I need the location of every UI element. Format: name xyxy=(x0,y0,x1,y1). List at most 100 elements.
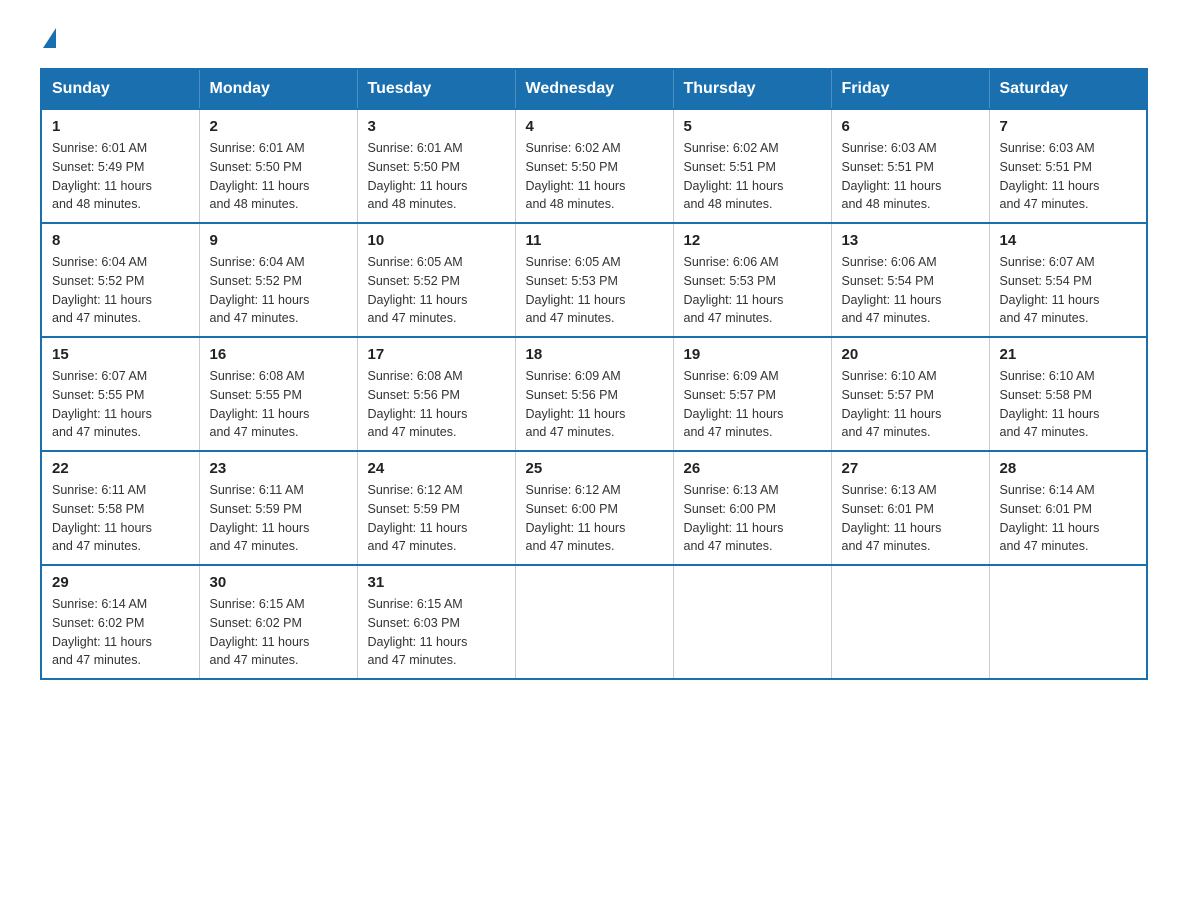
calendar-day-cell: 1 Sunrise: 6:01 AM Sunset: 5:49 PM Dayli… xyxy=(41,109,199,223)
calendar-day-cell: 12 Sunrise: 6:06 AM Sunset: 5:53 PM Dayl… xyxy=(673,223,831,337)
day-info: Sunrise: 6:12 AM Sunset: 5:59 PM Dayligh… xyxy=(368,481,505,556)
day-number: 17 xyxy=(368,346,505,363)
col-header-thursday: Thursday xyxy=(673,69,831,109)
col-header-saturday: Saturday xyxy=(989,69,1147,109)
calendar-day-cell: 15 Sunrise: 6:07 AM Sunset: 5:55 PM Dayl… xyxy=(41,337,199,451)
calendar-table: SundayMondayTuesdayWednesdayThursdayFrid… xyxy=(40,68,1148,680)
calendar-day-cell: 21 Sunrise: 6:10 AM Sunset: 5:58 PM Dayl… xyxy=(989,337,1147,451)
day-info: Sunrise: 6:01 AM Sunset: 5:50 PM Dayligh… xyxy=(368,139,505,214)
day-number: 26 xyxy=(684,460,821,477)
calendar-day-cell: 22 Sunrise: 6:11 AM Sunset: 5:58 PM Dayl… xyxy=(41,451,199,565)
day-info: Sunrise: 6:08 AM Sunset: 5:55 PM Dayligh… xyxy=(210,367,347,442)
calendar-day-cell: 14 Sunrise: 6:07 AM Sunset: 5:54 PM Dayl… xyxy=(989,223,1147,337)
day-info: Sunrise: 6:13 AM Sunset: 6:01 PM Dayligh… xyxy=(842,481,979,556)
day-info: Sunrise: 6:13 AM Sunset: 6:00 PM Dayligh… xyxy=(684,481,821,556)
day-number: 21 xyxy=(1000,346,1137,363)
logo xyxy=(40,30,56,48)
day-number: 14 xyxy=(1000,232,1137,249)
day-info: Sunrise: 6:06 AM Sunset: 5:54 PM Dayligh… xyxy=(842,253,979,328)
day-number: 6 xyxy=(842,118,979,135)
day-number: 19 xyxy=(684,346,821,363)
day-number: 28 xyxy=(1000,460,1137,477)
day-number: 11 xyxy=(526,232,663,249)
calendar-day-cell: 2 Sunrise: 6:01 AM Sunset: 5:50 PM Dayli… xyxy=(199,109,357,223)
calendar-day-cell: 16 Sunrise: 6:08 AM Sunset: 5:55 PM Dayl… xyxy=(199,337,357,451)
day-info: Sunrise: 6:05 AM Sunset: 5:52 PM Dayligh… xyxy=(368,253,505,328)
col-header-friday: Friday xyxy=(831,69,989,109)
day-number: 2 xyxy=(210,118,347,135)
calendar-day-cell: 20 Sunrise: 6:10 AM Sunset: 5:57 PM Dayl… xyxy=(831,337,989,451)
day-number: 30 xyxy=(210,574,347,591)
day-info: Sunrise: 6:07 AM Sunset: 5:54 PM Dayligh… xyxy=(1000,253,1137,328)
day-info: Sunrise: 6:02 AM Sunset: 5:51 PM Dayligh… xyxy=(684,139,821,214)
day-info: Sunrise: 6:14 AM Sunset: 6:02 PM Dayligh… xyxy=(52,595,189,670)
day-info: Sunrise: 6:10 AM Sunset: 5:57 PM Dayligh… xyxy=(842,367,979,442)
day-info: Sunrise: 6:10 AM Sunset: 5:58 PM Dayligh… xyxy=(1000,367,1137,442)
day-info: Sunrise: 6:06 AM Sunset: 5:53 PM Dayligh… xyxy=(684,253,821,328)
day-info: Sunrise: 6:14 AM Sunset: 6:01 PM Dayligh… xyxy=(1000,481,1137,556)
col-header-wednesday: Wednesday xyxy=(515,69,673,109)
calendar-day-cell: 19 Sunrise: 6:09 AM Sunset: 5:57 PM Dayl… xyxy=(673,337,831,451)
day-number: 18 xyxy=(526,346,663,363)
calendar-day-cell: 26 Sunrise: 6:13 AM Sunset: 6:00 PM Dayl… xyxy=(673,451,831,565)
calendar-day-cell: 18 Sunrise: 6:09 AM Sunset: 5:56 PM Dayl… xyxy=(515,337,673,451)
day-number: 23 xyxy=(210,460,347,477)
calendar-day-cell xyxy=(515,565,673,679)
col-header-tuesday: Tuesday xyxy=(357,69,515,109)
day-number: 16 xyxy=(210,346,347,363)
day-number: 29 xyxy=(52,574,189,591)
calendar-day-cell: 31 Sunrise: 6:15 AM Sunset: 6:03 PM Dayl… xyxy=(357,565,515,679)
calendar-week-row: 8 Sunrise: 6:04 AM Sunset: 5:52 PM Dayli… xyxy=(41,223,1147,337)
calendar-day-cell: 30 Sunrise: 6:15 AM Sunset: 6:02 PM Dayl… xyxy=(199,565,357,679)
calendar-day-cell: 23 Sunrise: 6:11 AM Sunset: 5:59 PM Dayl… xyxy=(199,451,357,565)
day-number: 31 xyxy=(368,574,505,591)
day-info: Sunrise: 6:03 AM Sunset: 5:51 PM Dayligh… xyxy=(842,139,979,214)
day-info: Sunrise: 6:01 AM Sunset: 5:50 PM Dayligh… xyxy=(210,139,347,214)
day-number: 3 xyxy=(368,118,505,135)
calendar-day-cell: 25 Sunrise: 6:12 AM Sunset: 6:00 PM Dayl… xyxy=(515,451,673,565)
calendar-day-cell: 24 Sunrise: 6:12 AM Sunset: 5:59 PM Dayl… xyxy=(357,451,515,565)
calendar-day-cell: 29 Sunrise: 6:14 AM Sunset: 6:02 PM Dayl… xyxy=(41,565,199,679)
calendar-header-row: SundayMondayTuesdayWednesdayThursdayFrid… xyxy=(41,69,1147,109)
day-number: 8 xyxy=(52,232,189,249)
day-info: Sunrise: 6:04 AM Sunset: 5:52 PM Dayligh… xyxy=(210,253,347,328)
calendar-day-cell: 13 Sunrise: 6:06 AM Sunset: 5:54 PM Dayl… xyxy=(831,223,989,337)
day-number: 15 xyxy=(52,346,189,363)
day-info: Sunrise: 6:11 AM Sunset: 5:59 PM Dayligh… xyxy=(210,481,347,556)
calendar-day-cell: 7 Sunrise: 6:03 AM Sunset: 5:51 PM Dayli… xyxy=(989,109,1147,223)
day-info: Sunrise: 6:08 AM Sunset: 5:56 PM Dayligh… xyxy=(368,367,505,442)
day-number: 24 xyxy=(368,460,505,477)
day-number: 4 xyxy=(526,118,663,135)
calendar-day-cell: 5 Sunrise: 6:02 AM Sunset: 5:51 PM Dayli… xyxy=(673,109,831,223)
day-number: 25 xyxy=(526,460,663,477)
calendar-day-cell: 28 Sunrise: 6:14 AM Sunset: 6:01 PM Dayl… xyxy=(989,451,1147,565)
day-info: Sunrise: 6:15 AM Sunset: 6:03 PM Dayligh… xyxy=(368,595,505,670)
calendar-day-cell: 6 Sunrise: 6:03 AM Sunset: 5:51 PM Dayli… xyxy=(831,109,989,223)
calendar-day-cell xyxy=(831,565,989,679)
day-info: Sunrise: 6:05 AM Sunset: 5:53 PM Dayligh… xyxy=(526,253,663,328)
day-info: Sunrise: 6:09 AM Sunset: 5:57 PM Dayligh… xyxy=(684,367,821,442)
day-number: 7 xyxy=(1000,118,1137,135)
calendar-week-row: 22 Sunrise: 6:11 AM Sunset: 5:58 PM Dayl… xyxy=(41,451,1147,565)
calendar-day-cell: 3 Sunrise: 6:01 AM Sunset: 5:50 PM Dayli… xyxy=(357,109,515,223)
day-number: 1 xyxy=(52,118,189,135)
day-info: Sunrise: 6:15 AM Sunset: 6:02 PM Dayligh… xyxy=(210,595,347,670)
calendar-day-cell: 4 Sunrise: 6:02 AM Sunset: 5:50 PM Dayli… xyxy=(515,109,673,223)
calendar-day-cell: 8 Sunrise: 6:04 AM Sunset: 5:52 PM Dayli… xyxy=(41,223,199,337)
calendar-day-cell xyxy=(673,565,831,679)
day-number: 10 xyxy=(368,232,505,249)
day-info: Sunrise: 6:09 AM Sunset: 5:56 PM Dayligh… xyxy=(526,367,663,442)
day-info: Sunrise: 6:07 AM Sunset: 5:55 PM Dayligh… xyxy=(52,367,189,442)
col-header-monday: Monday xyxy=(199,69,357,109)
day-info: Sunrise: 6:01 AM Sunset: 5:49 PM Dayligh… xyxy=(52,139,189,214)
day-info: Sunrise: 6:04 AM Sunset: 5:52 PM Dayligh… xyxy=(52,253,189,328)
day-number: 5 xyxy=(684,118,821,135)
calendar-week-row: 1 Sunrise: 6:01 AM Sunset: 5:49 PM Dayli… xyxy=(41,109,1147,223)
day-number: 12 xyxy=(684,232,821,249)
calendar-day-cell: 27 Sunrise: 6:13 AM Sunset: 6:01 PM Dayl… xyxy=(831,451,989,565)
day-number: 27 xyxy=(842,460,979,477)
calendar-day-cell: 17 Sunrise: 6:08 AM Sunset: 5:56 PM Dayl… xyxy=(357,337,515,451)
day-info: Sunrise: 6:02 AM Sunset: 5:50 PM Dayligh… xyxy=(526,139,663,214)
calendar-day-cell xyxy=(989,565,1147,679)
day-info: Sunrise: 6:11 AM Sunset: 5:58 PM Dayligh… xyxy=(52,481,189,556)
